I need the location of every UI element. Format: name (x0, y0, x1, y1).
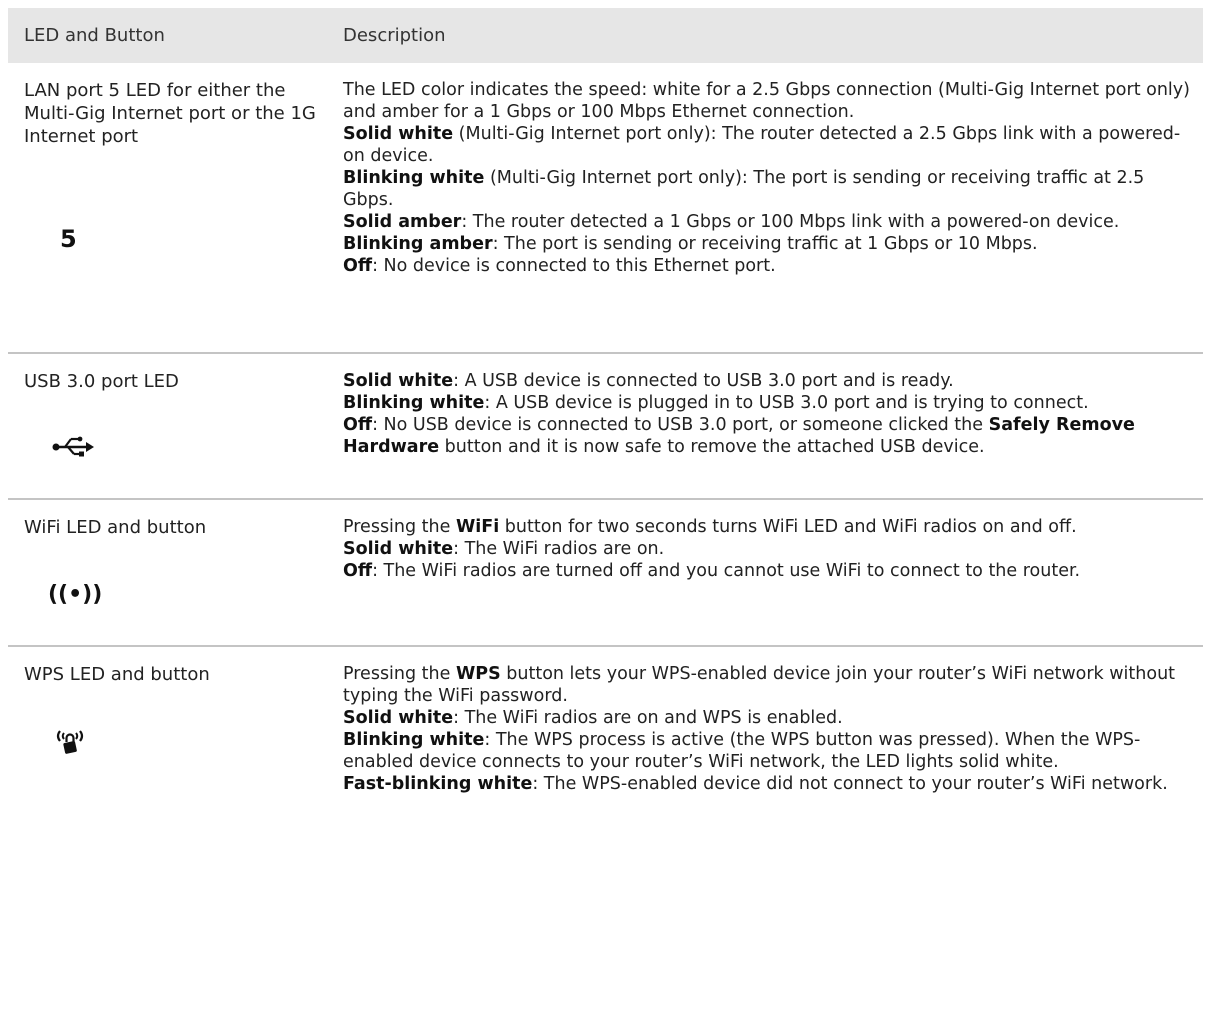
bold-term: Fast-blinking white (343, 774, 533, 794)
led-table: LED and Button Description LAN port 5 LE… (8, 8, 1203, 847)
row-label: LAN port 5 LED for either the Multi-Gig … (24, 80, 316, 147)
description-text: : The router detected a 1 Gbps or 100 Mb… (461, 212, 1120, 232)
description-text: : No device is connected to this Etherne… (372, 256, 776, 276)
wps-lock-icon (54, 727, 86, 763)
row-description: Pressing the WPS button lets your WPS-en… (343, 663, 1197, 795)
row-label: USB 3.0 port LED (24, 371, 179, 392)
description-text: : The WiFi radios are on and WPS is enab… (453, 708, 843, 728)
description-text: Pressing the (343, 664, 456, 684)
description-line: Fast-blinking white: The WPS-enabled dev… (343, 773, 1197, 795)
table-row-usb-port: USB 3.0 port LED Solid white: A USB devi… (8, 354, 1203, 500)
row-label: WiFi LED and button (24, 517, 207, 538)
header-led-and-button: LED and Button (24, 25, 165, 46)
table-header: LED and Button Description (8, 8, 1203, 63)
description-text: : A USB device is connected to USB 3.0 p… (453, 371, 954, 391)
description-text: : A USB device is plugged in to USB 3.0 … (484, 393, 1089, 413)
description-line: Blinking white: A USB device is plugged … (343, 392, 1197, 414)
row-description: Pressing the WiFi button for two seconds… (343, 516, 1197, 582)
bold-term: Solid amber (343, 212, 462, 232)
description-line: Solid white: A USB device is connected t… (343, 370, 1197, 392)
bold-term: WPS (455, 664, 501, 684)
description-text: button and it is now safe to remove the … (439, 437, 985, 457)
row-description: The LED color indicates the speed: white… (343, 79, 1197, 277)
bold-term: Off (343, 256, 373, 276)
row-label: WPS LED and button (24, 664, 210, 685)
bold-term: Solid white (343, 371, 454, 391)
table-row-lan-port-5: LAN port 5 LED for either the Multi-Gig … (8, 63, 1203, 354)
description-text: The LED color indicates the speed: white… (343, 80, 1190, 122)
table-row-wps: WPS LED and button Pressing the WPS butt… (8, 647, 1203, 847)
bold-term: Blinking white (343, 168, 485, 188)
description-text: : The port is sending or receiving traff… (492, 234, 1038, 254)
description-text: button for two seconds turns WiFi LED an… (499, 517, 1077, 537)
bold-term: Solid white (343, 708, 454, 728)
description-text: : The WiFi radios are on. (453, 539, 665, 559)
bold-term: Blinking amber (343, 234, 493, 254)
wifi-icon: ((•)) (48, 582, 103, 607)
description-line: Solid white: The WiFi radios are on and … (343, 707, 1197, 729)
bold-term: Solid white (343, 539, 454, 559)
description-line: Blinking white (Multi-Gig Internet port … (343, 167, 1197, 211)
bold-term: WiFi (455, 517, 500, 537)
description-line: Pressing the WPS button lets your WPS-en… (343, 663, 1197, 707)
table-row-wifi: WiFi LED and button ((•)) Pressing the W… (8, 500, 1203, 647)
description-line: Off: The WiFi radios are turned off and … (343, 560, 1197, 582)
description-line: Blinking white: The WPS process is activ… (343, 729, 1197, 773)
description-line: Solid white: The WiFi radios are on. (343, 538, 1197, 560)
bold-term: Blinking white (343, 393, 485, 413)
description-text: Pressing the (343, 517, 456, 537)
number-5-icon: 5 (60, 225, 77, 253)
bold-term: Off (343, 415, 373, 435)
row-description: Solid white: A USB device is connected t… (343, 370, 1197, 458)
description-text: (Multi-Gig Internet port only): The rout… (343, 124, 1181, 166)
description-line: Off: No device is connected to this Ethe… (343, 255, 1197, 277)
bold-term: Blinking white (343, 730, 485, 750)
description-line: Solid amber: The router detected a 1 Gbp… (343, 211, 1197, 233)
bold-term: Solid white (343, 124, 454, 144)
description-line: Blinking amber: The port is sending or r… (343, 233, 1197, 255)
description-text: : No USB device is connected to USB 3.0 … (372, 415, 989, 435)
description-line: Pressing the WiFi button for two seconds… (343, 516, 1197, 538)
description-text: : The WiFi radios are turned off and you… (372, 561, 1081, 581)
description-line: The LED color indicates the speed: white… (343, 79, 1197, 123)
bold-term: Off (343, 561, 373, 581)
description-line: Off: No USB device is connected to USB 3… (343, 414, 1197, 458)
usb-icon (52, 436, 94, 462)
description-text: : The WPS-enabled device did not connect… (532, 774, 1168, 794)
header-description: Description (343, 25, 446, 46)
description-line: Solid white (Multi-Gig Internet port onl… (343, 123, 1197, 167)
